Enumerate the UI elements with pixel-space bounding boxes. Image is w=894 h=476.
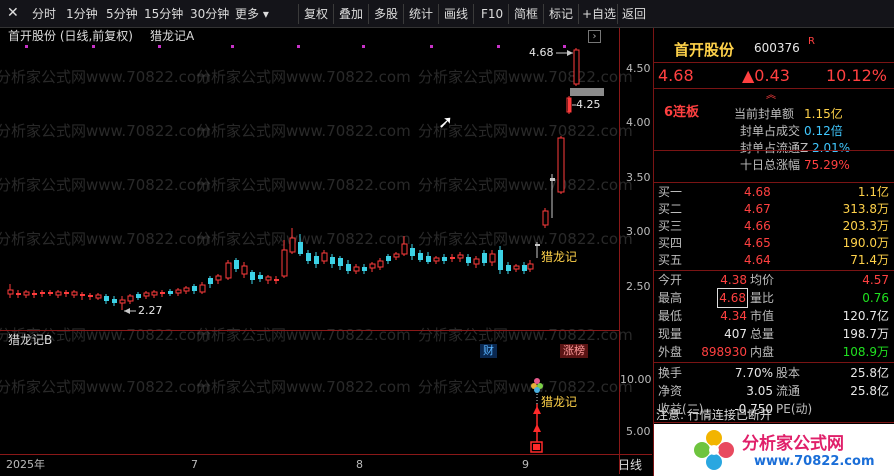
limit-value-0: 1.15亿	[804, 107, 843, 121]
stat-row: 净资 3.05 流通 25.8亿	[658, 384, 889, 398]
last-price: 4.68	[658, 66, 694, 85]
site-logo[interactable]: 分析家公式网 www.70822.com	[654, 424, 894, 476]
simple-frame-button[interactable]: 简框	[514, 6, 538, 22]
tab-15min[interactable]: 15分钟	[144, 6, 183, 22]
finance-badge[interactable]: 财	[480, 344, 497, 358]
candles	[7, 48, 604, 310]
signal-dot	[25, 45, 28, 48]
stock-code: 600376	[754, 41, 800, 55]
candlestick-svg	[7, 45, 604, 453]
date-tick-label: 8	[356, 458, 363, 471]
stat-row: 换手 7.70% 股本 25.8亿	[658, 366, 889, 380]
limit-value-3: 75.29%	[804, 158, 850, 172]
signal-dot	[92, 45, 95, 48]
logo-text: 分析家公式网	[742, 434, 844, 454]
high-price-marker: 4.68	[529, 46, 554, 59]
bid-row[interactable]: 买三 4.66 203.3万	[654, 217, 894, 235]
overlay-button[interactable]: 叠加	[339, 6, 363, 22]
limit-label-2: 封单占流通Z	[740, 141, 809, 155]
add-watchlist-button[interactable]: +自选	[582, 6, 616, 22]
draw-line-button[interactable]: 画线	[444, 6, 468, 22]
pinwheel-icon	[694, 430, 734, 470]
signal-dot	[430, 45, 433, 48]
back-button[interactable]: 返回	[622, 6, 646, 22]
stat-row: 现量 407 总量 198.7万	[658, 327, 889, 341]
collapse-up-icon[interactable]: ︽	[766, 86, 776, 101]
tab-1min[interactable]: 1分钟	[66, 6, 98, 22]
fuquan-button[interactable]: 复权	[304, 6, 328, 22]
period-label[interactable]: 日线	[618, 458, 642, 472]
tab-5min[interactable]: 5分钟	[106, 6, 138, 22]
bid-row[interactable]: 买一 4.68 1.1亿	[654, 183, 894, 201]
indicator-b-marks	[530, 378, 543, 453]
mouse-cursor-icon: ➚	[438, 112, 454, 133]
bid-row[interactable]: 买五 4.64 71.4万	[654, 251, 894, 269]
bid-row[interactable]: 买四 4.65 190.0万	[654, 234, 894, 252]
stat-row: 最高 4.68 量比 0.76	[658, 288, 889, 308]
last-price-marker: 4.25	[576, 98, 601, 111]
limit-value-2: 2.01%	[812, 141, 851, 155]
bid-row[interactable]: 买二 4.67 313.8万	[654, 200, 894, 218]
limit-value-1: 0.12倍	[804, 124, 843, 138]
signal-label-upper: 猎龙记	[541, 250, 578, 264]
signal-dot	[297, 45, 300, 48]
top-gainers-badge[interactable]: 涨榜	[560, 344, 588, 358]
price-tick-label: 3.50	[626, 171, 651, 184]
indicator-tick-label: 10.00	[620, 373, 652, 386]
stat-row: 最低 4.34 市值 120.7亿	[658, 309, 889, 323]
signal-dot	[231, 45, 234, 48]
tab-fenshi[interactable]: 分时	[32, 6, 56, 22]
f10-button[interactable]: F10	[481, 6, 503, 22]
signal-dot	[362, 45, 365, 48]
connection-notice: 注意: 行情连接已断开	[656, 408, 772, 422]
limit-label-3: 十日总涨幅	[740, 158, 801, 172]
stats-button[interactable]: 统计	[409, 6, 433, 22]
signal-dot	[497, 45, 500, 48]
stat-row: 今开 4.38 均价 4.57	[658, 273, 889, 287]
limit-label-0: 当前封单额	[734, 107, 795, 121]
low-price-marker: 2.27	[138, 304, 163, 317]
multi-stock-button[interactable]: 多股	[374, 6, 398, 22]
close-icon[interactable]: ✕	[7, 5, 19, 21]
limit-label-1: 封单占成交	[740, 124, 801, 138]
date-tick-label: 2025年	[6, 458, 45, 471]
price-tick-label: 3.00	[626, 225, 651, 238]
quote-panel: 首开股份 600376 R 4.68 ▲0.43 10.12% ︽ 当前封单额 …	[653, 28, 894, 476]
indicator-tick-label: 5.00	[626, 425, 651, 438]
price-change: ▲0.43	[742, 66, 790, 85]
more-dropdown[interactable]: 更多 ▾	[235, 6, 269, 22]
toolbar: ✕ 分时 1分钟 5分钟 15分钟 30分钟 更多 ▾ 复权 叠加 多股 统计 …	[0, 0, 894, 28]
logo-url: www.70822.com	[754, 454, 875, 469]
stat-row: 外盘 898930 内盘 108.9万	[658, 345, 889, 359]
date-tick-label: 7	[191, 458, 198, 471]
tab-30min[interactable]: 30分钟	[190, 6, 229, 22]
signal-label-lower: 猎龙记	[541, 395, 578, 409]
price-tick-label: 4.00	[626, 116, 651, 129]
indicator-b-label: 猎龙记B	[8, 333, 53, 347]
stock-name: 首开股份	[674, 41, 735, 59]
signal-dot	[158, 45, 161, 48]
mark-button[interactable]: 标记	[549, 6, 573, 22]
price-tick-label: 2.50	[626, 280, 651, 293]
kline-chart-area[interactable]: 分析家公式网www.70822.com 分析家公式网www.70822.com …	[0, 28, 652, 474]
signal-dot	[563, 45, 566, 48]
price-tick-label: 4.50	[626, 62, 651, 75]
financing-flag: R	[808, 36, 815, 47]
price-change-pct: 10.12%	[826, 66, 888, 85]
date-tick-label: 9	[522, 458, 529, 471]
limit-streak: 6连板	[664, 105, 700, 120]
signal-dots	[25, 45, 566, 48]
